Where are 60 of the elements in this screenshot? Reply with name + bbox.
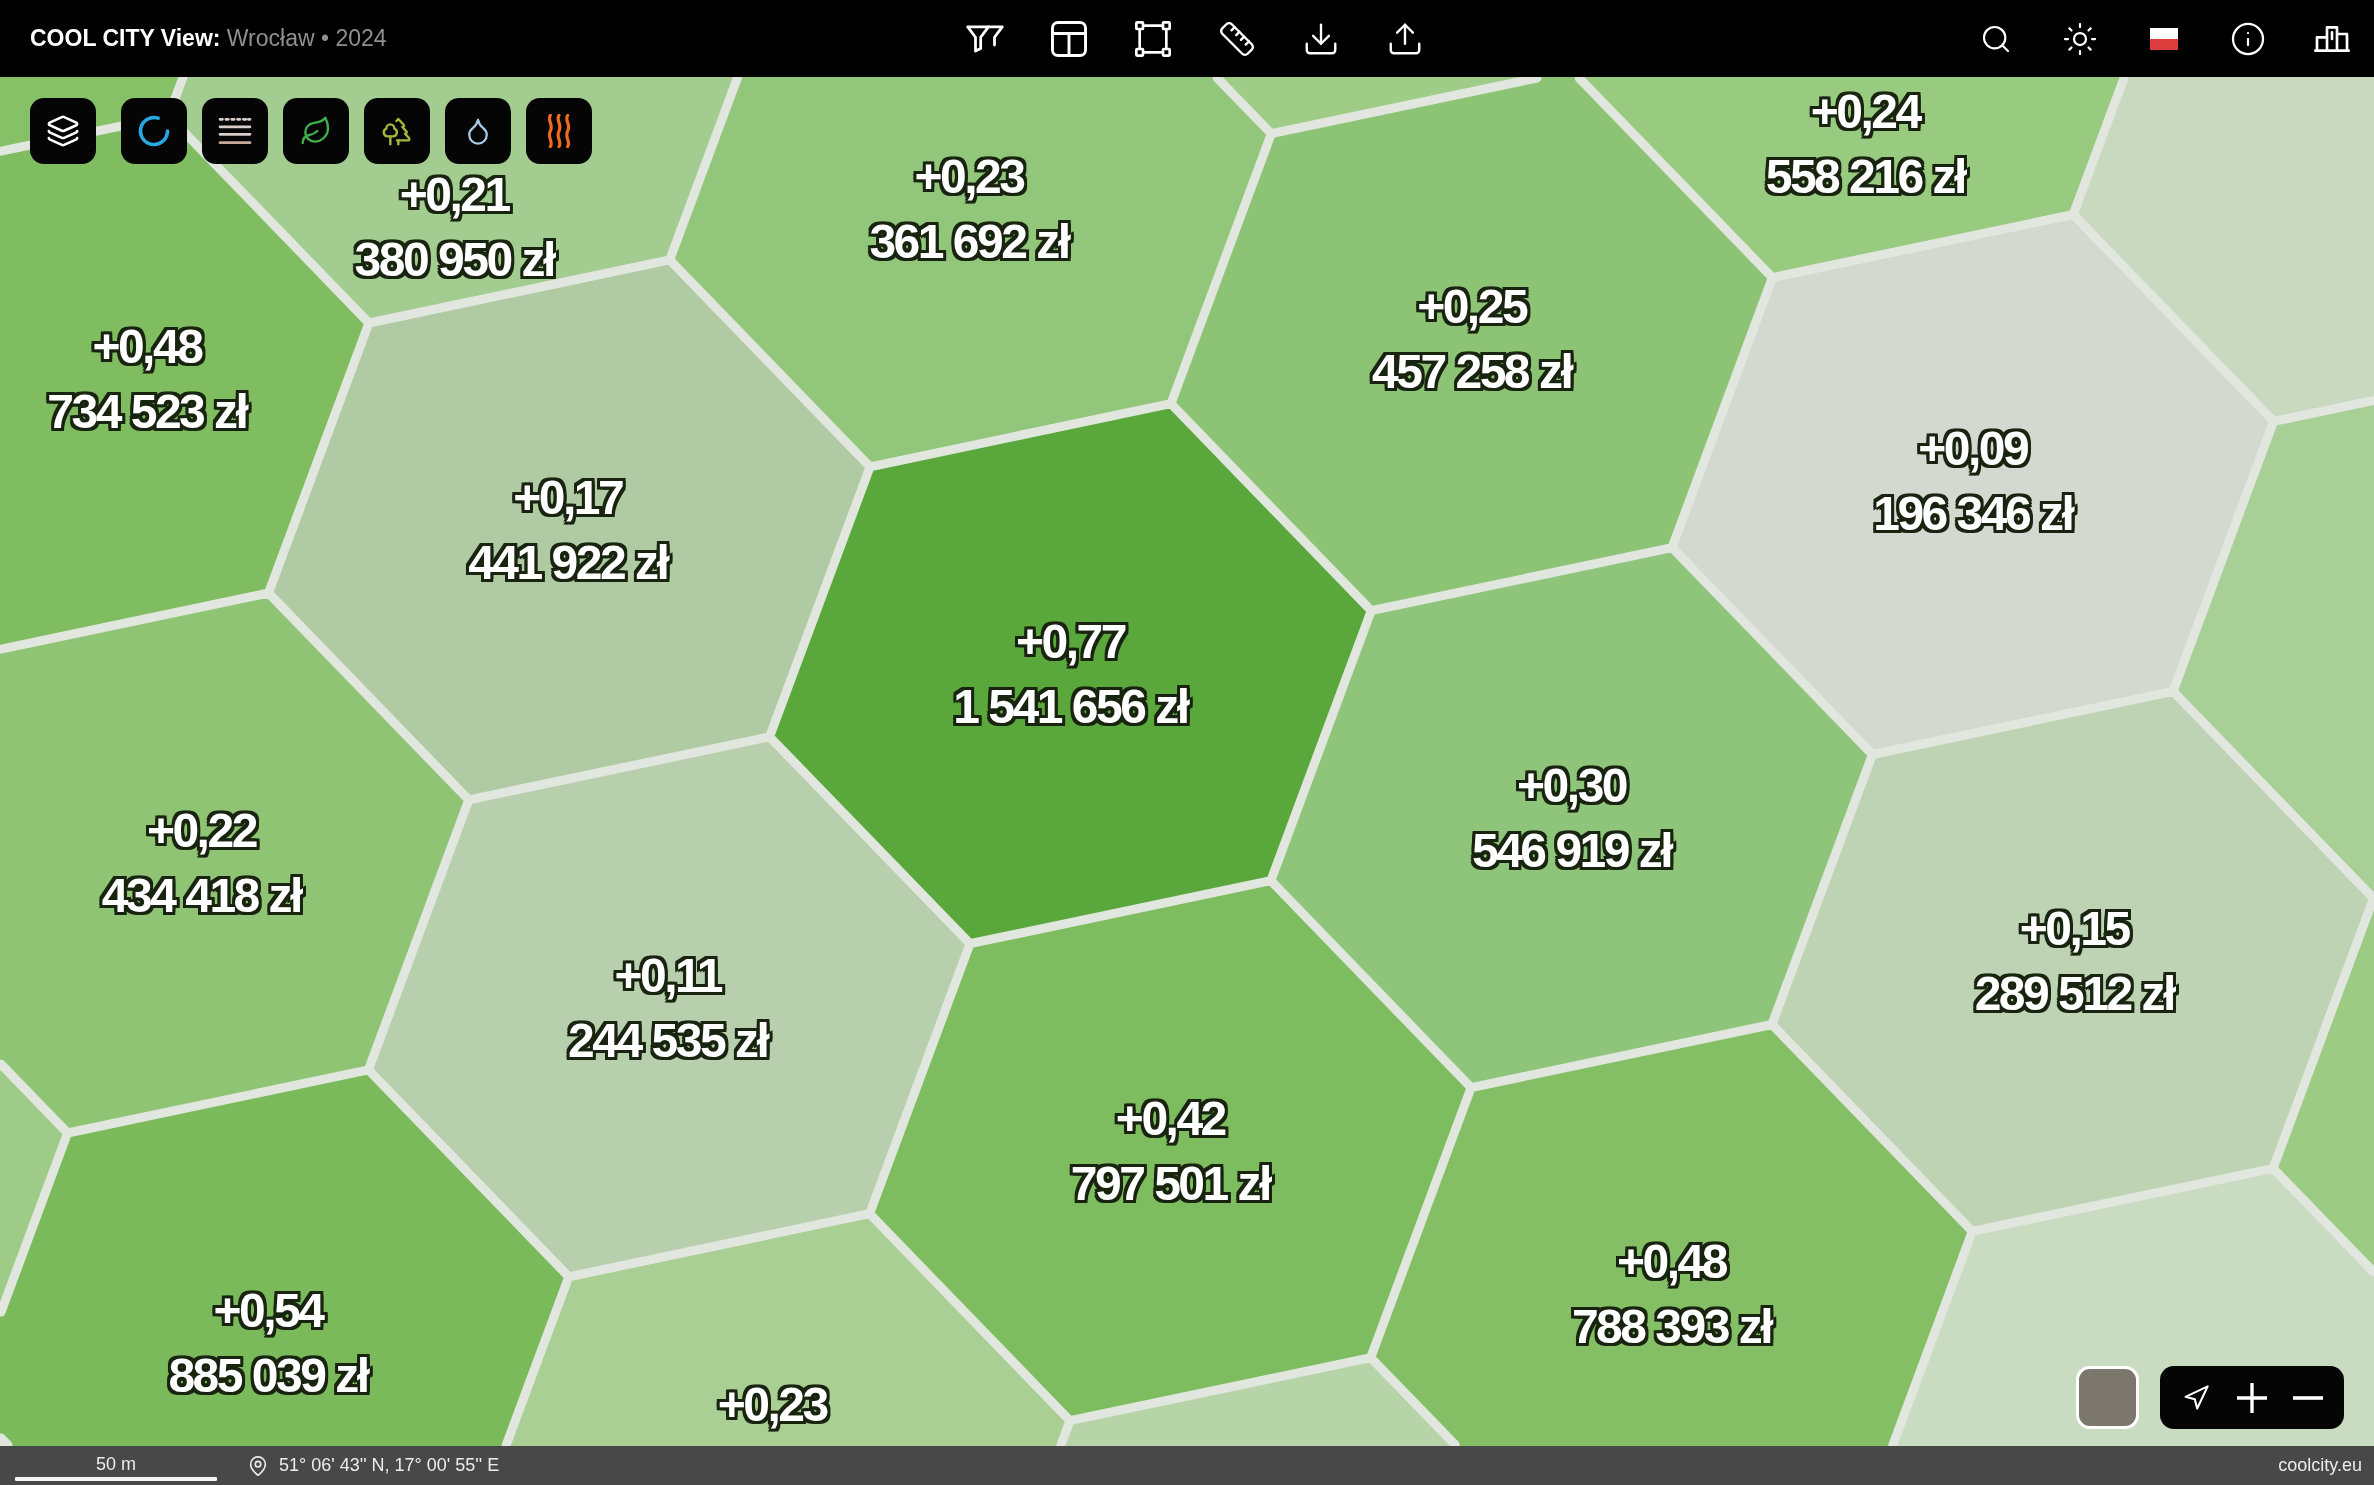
circle-arc-icon: [136, 113, 172, 149]
hex-value-label: 1 541 656 zł: [953, 678, 1188, 735]
hex-score-label: +0,23: [914, 148, 1024, 205]
hex-score-label: +0,17: [513, 469, 623, 526]
ring-layer-button[interactable]: [121, 98, 187, 164]
navigation-arrow-icon: [2182, 1383, 2210, 1412]
hex-value-label: 244 535 zł: [568, 1012, 768, 1069]
site-link[interactable]: coolcity.eu: [2278, 1455, 2362, 1476]
leaf-layer-button[interactable]: [283, 98, 349, 164]
hex-value-label: 196 346 zł: [1873, 485, 2073, 542]
hex-score-label: +0,23: [717, 1377, 827, 1433]
hex-value-label: 434 418 zł: [101, 867, 301, 924]
hex-value-label: 797 501 zł: [1070, 1155, 1270, 1212]
hex-value-label: 380 950 zł: [354, 231, 554, 288]
hex-score-label: +0,25: [1417, 278, 1527, 335]
hex-score-label: +0,30: [1517, 757, 1627, 814]
hex-score-label: +0,15: [2019, 900, 2129, 957]
layers-button[interactable]: [30, 98, 96, 164]
stripes-icon: [218, 118, 252, 144]
hex-score-label: +0,48: [1617, 1234, 1726, 1290]
coordinates-text: 51° 06' 43'' N, 17° 00' 55'' E: [279, 1455, 500, 1476]
hex-value-label: 558 216 zł: [1765, 148, 1965, 205]
hex-score-label: +0,42: [1115, 1090, 1225, 1147]
heat-layer-button[interactable]: [526, 98, 592, 164]
sun-icon: [2062, 20, 2098, 57]
hex-score-label: +0,22: [146, 802, 256, 859]
hex-score-label: +0,21: [399, 166, 509, 223]
hex-value-label: 289 512 zł: [1974, 965, 2174, 1022]
leaf-icon: [300, 115, 332, 147]
scale-label: 50 m: [96, 1454, 136, 1474]
layout-icon: [1051, 20, 1087, 57]
flag-icon: [2150, 27, 2178, 50]
hex-value-label: 457 258 zł: [1372, 343, 1572, 400]
layers-icon: [46, 114, 80, 148]
hex-value-label: 441 922 zł: [468, 534, 668, 591]
hex-score-label: +0,54: [213, 1282, 323, 1339]
minus-icon: [2293, 1395, 2323, 1400]
hex-value-label: 546 919 zł: [1471, 822, 1672, 879]
hex-score-label: +0,24: [1810, 83, 1920, 140]
trees-layer-button[interactable]: [364, 98, 430, 164]
hex-score-label: +0,77: [1015, 613, 1125, 670]
hex-value-label: 734 523 zł: [47, 383, 247, 439]
hex-value-label: 885 039 zł: [168, 1347, 368, 1404]
hex-score-label: +0,09: [1918, 420, 2028, 477]
stripes-layer-button[interactable]: [202, 98, 268, 164]
podium-icon: [2314, 25, 2350, 52]
info-icon: [2230, 20, 2266, 57]
ruler-icon: [1218, 19, 1256, 58]
hex-score-label: +0,11: [614, 947, 721, 1004]
water-layer-button[interactable]: [445, 98, 511, 164]
filter-icon: [966, 23, 1004, 54]
hex-value-label: 788 393 zł: [1571, 1299, 1772, 1355]
selection-frame-icon: [1135, 20, 1171, 57]
location-pin-icon: [247, 1454, 269, 1477]
hex-value-label: 361 692 zł: [869, 213, 1069, 270]
trees-icon: [381, 115, 413, 147]
plus-icon: [2237, 1382, 2267, 1413]
basemap-thumbnail-button[interactable]: [2076, 1366, 2139, 1429]
hex-score-label: +0,48: [92, 318, 202, 374]
app-title: COOL CITY View: Wrocław • 2024: [30, 25, 387, 52]
